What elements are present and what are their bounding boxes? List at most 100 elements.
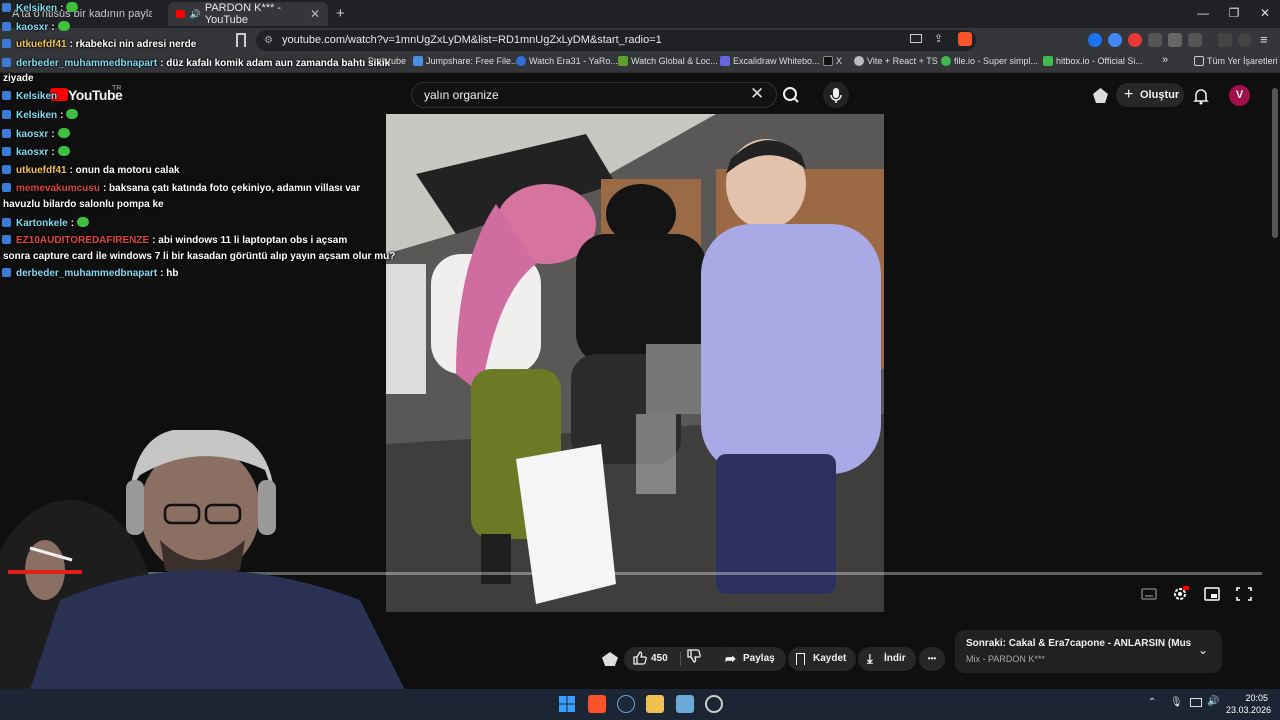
extension-red-icon[interactable] xyxy=(1128,33,1142,47)
brave-shield-icon[interactable] xyxy=(958,32,972,46)
chat-username[interactable]: derbeder_muhammedbnapart xyxy=(16,58,157,69)
search-input[interactable]: yalın organize xyxy=(411,82,777,108)
avatar[interactable]: V xyxy=(1229,85,1250,106)
chat-username[interactable]: utkuefdf41 xyxy=(16,165,67,176)
video-frame-image xyxy=(386,114,884,612)
chat-message: Kelsiken: xyxy=(2,2,79,14)
extension-blue-icon[interactable] xyxy=(1108,33,1122,47)
search-icon xyxy=(783,87,799,103)
volume-icon[interactable]: 🔊 xyxy=(1207,696,1219,707)
bookmark-item[interactable]: Excalidraw Whitebo... xyxy=(720,56,820,66)
chat-text: : rkabekci nin adresi nerde xyxy=(69,39,197,50)
bookmark-item[interactable]: Watch Global & Loc... xyxy=(618,56,718,66)
gear-icon xyxy=(1174,586,1189,600)
clear-search-icon[interactable]: ✕ xyxy=(750,84,764,104)
time-text: 20:05 xyxy=(1245,693,1268,703)
more-actions-button[interactable]: ••• xyxy=(919,647,945,671)
thumbs-up-icon xyxy=(633,651,647,665)
brave-browser-icon[interactable] xyxy=(588,695,606,713)
share-page-icon[interactable]: ⇪ xyxy=(934,32,943,45)
x-logo-icon xyxy=(823,56,833,66)
voice-search-button[interactable] xyxy=(823,82,849,108)
dislike-button[interactable] xyxy=(686,647,702,671)
chat-username[interactable]: Kelsiken xyxy=(16,110,57,121)
steam-icon[interactable] xyxy=(617,695,635,713)
like-button[interactable] xyxy=(632,647,648,671)
minimize-icon[interactable]: — xyxy=(1188,4,1218,22)
chat-message: Kelsiken: xyxy=(2,109,79,121)
chat-badge-icon xyxy=(2,183,11,192)
tray-chevron-up-icon[interactable]: ⌃ xyxy=(1148,697,1156,708)
chat-text: : baksana çatı katında foto çekiniyo, ad… xyxy=(102,183,361,194)
chat-username[interactable]: Kartonkele xyxy=(16,218,68,229)
divider xyxy=(680,652,681,666)
chat-message: sonra capture card ile windows 7 li bir … xyxy=(0,251,395,262)
share-label: Paylaş xyxy=(743,653,775,664)
taskbar-clock[interactable]: 20:05 23.03.2026 xyxy=(1226,692,1271,716)
chat-text: : hb xyxy=(160,268,179,279)
fullscreen-button[interactable] xyxy=(1235,586,1253,602)
extension-grid-icon[interactable] xyxy=(1148,33,1162,47)
chat-badge-icon xyxy=(2,165,11,174)
bookmark-item[interactable]: X xyxy=(823,56,842,66)
windows-start-icon[interactable] xyxy=(558,695,576,713)
restore-icon[interactable]: ❐ xyxy=(1219,4,1249,22)
obs-icon[interactable] xyxy=(705,695,723,713)
close-window-icon[interactable]: ✕ xyxy=(1250,4,1280,22)
save-icon xyxy=(796,653,805,665)
notifications-button[interactable] xyxy=(1193,87,1209,110)
chat-username[interactable]: kaosxr xyxy=(16,129,48,140)
wallet-icon[interactable] xyxy=(1238,33,1252,47)
create-label: Oluştur xyxy=(1140,89,1180,101)
chevron-down-icon[interactable]: ⌄ xyxy=(1198,643,1208,657)
chat-badge-icon xyxy=(2,3,11,12)
network-icon[interactable] xyxy=(1190,698,1202,707)
chat-message: kaosxr: xyxy=(2,146,70,158)
chat-text: : xyxy=(70,218,75,229)
video-player[interactable] xyxy=(386,114,884,612)
create-button[interactable]: + Oluştur xyxy=(1116,83,1184,107)
bookmark-item[interactable]: Watch Era31 - YaRo... xyxy=(516,56,618,66)
settings-button[interactable] xyxy=(1171,586,1189,602)
file-explorer-icon[interactable] xyxy=(646,695,664,713)
chat-username[interactable]: Kelsiken xyxy=(16,3,57,14)
chat-username[interactable]: memevakumcusu xyxy=(16,183,100,194)
download-button[interactable]: ⤓ İndir xyxy=(858,647,916,671)
up-next-subtitle: Mix - PARDON K*** xyxy=(966,654,1045,664)
menu-icon[interactable]: ≡ xyxy=(1260,32,1268,47)
chat-text: : xyxy=(60,3,64,14)
app-icon[interactable] xyxy=(676,695,694,713)
chat-badge-icon xyxy=(2,235,11,244)
extension-audio-icon[interactable] xyxy=(1088,33,1102,47)
page-scrollbar[interactable] xyxy=(1272,88,1278,238)
microphone-tray-icon[interactable]: 🎙 xyxy=(1170,697,1183,708)
chat-text: havuzlu bilardo salonlu pompa ke xyxy=(3,199,164,210)
chat-username[interactable]: derbeder_muhammedbnapart xyxy=(16,268,157,279)
subtitles-button[interactable] xyxy=(1140,586,1158,602)
bookmark-item[interactable]: Jumpshare: Free File... xyxy=(413,56,519,66)
save-button[interactable]: Kaydet xyxy=(788,647,856,671)
save-label: Kaydet xyxy=(813,653,847,664)
bookmark-item[interactable]: Vite + React + TS xyxy=(854,56,938,66)
cast-icon[interactable] xyxy=(910,34,922,43)
bookmark-item[interactable]: hitbox.io - Official Si... xyxy=(1043,56,1143,66)
share-button[interactable]: ➦ Paylaş xyxy=(718,647,786,671)
chat-username[interactable]: Kelsiken xyxy=(16,91,57,102)
windows-logo-icon xyxy=(559,696,575,712)
chat-username[interactable]: EZ10AUDITOREDAFIRENZE xyxy=(16,235,149,246)
extensions-puzzle-icon[interactable] xyxy=(1168,33,1182,47)
up-next-card[interactable]: Sonraki: Cakal & Era7capone - ANLARSIN (… xyxy=(955,630,1222,673)
media-icon[interactable] xyxy=(1218,33,1232,47)
chat-username[interactable]: kaosxr xyxy=(16,22,48,33)
chat-text: : xyxy=(51,129,55,140)
chat-username[interactable]: utkuefdf41 xyxy=(16,39,67,50)
sidebar-icon[interactable] xyxy=(1188,33,1202,47)
bookmark-item[interactable]: file.io - Super simpl... xyxy=(941,56,1038,66)
download-icon: ⤓ xyxy=(867,651,873,666)
miniplayer-button[interactable] xyxy=(1203,586,1221,602)
download-label: İndir xyxy=(884,653,906,664)
chat-username[interactable]: kaosxr xyxy=(16,147,48,158)
bookmarks-overflow-button[interactable]: » xyxy=(1162,54,1168,66)
search-button[interactable] xyxy=(778,84,804,106)
all-bookmarks-button[interactable]: Tüm Yer İşaretleri xyxy=(1194,56,1278,66)
